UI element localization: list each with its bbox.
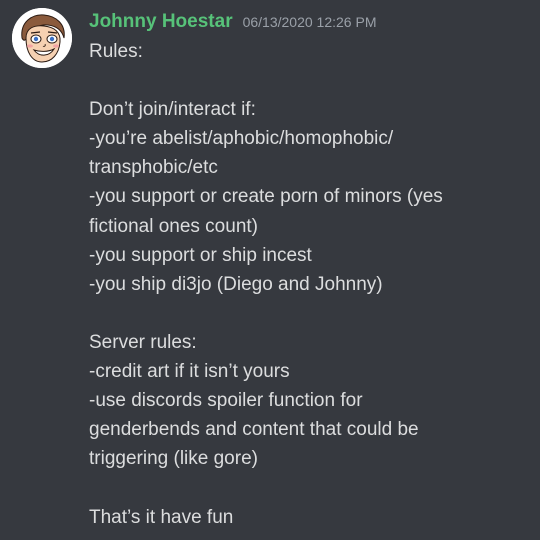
message-line bbox=[89, 473, 529, 502]
message-line: triggering (like gore) bbox=[89, 448, 258, 470]
message-line: -you’re abelist/aphobic/homophobic/ bbox=[89, 128, 394, 150]
avatar[interactable] bbox=[12, 8, 72, 68]
message-line: -you support or ship incest bbox=[89, 244, 312, 266]
message-line: -credit art if it isn’t yours bbox=[89, 361, 290, 383]
message-line: Server rules: bbox=[89, 331, 197, 353]
message-content: Rules: Don’t join/interact if: -you’re a… bbox=[89, 37, 529, 532]
message-header: Johnny Hoestar 06/13/2020 12:26 PM bbox=[89, 8, 376, 36]
username[interactable]: Johnny Hoestar bbox=[89, 8, 233, 36]
cartoon-face-icon bbox=[12, 8, 72, 68]
message-line bbox=[89, 299, 529, 328]
message-line: -use discords spoiler function for bbox=[89, 390, 363, 412]
message-line bbox=[89, 66, 529, 95]
timestamp: 06/13/2020 12:26 PM bbox=[242, 14, 377, 30]
message-line: -you support or create porn of minors (y… bbox=[89, 186, 443, 208]
message-line: That’s it have fun bbox=[89, 506, 234, 528]
message-line: genderbends and content that could be bbox=[89, 419, 419, 441]
message-line: -you ship di3jo (Diego and Johnny) bbox=[89, 273, 383, 295]
chat-message: Johnny Hoestar 06/13/2020 12:26 PM Rules… bbox=[0, 0, 540, 540]
message-line: Rules: bbox=[89, 41, 143, 62]
message-line: transphobic/etc bbox=[89, 157, 218, 179]
message-line: Don’t join/interact if: bbox=[89, 99, 256, 121]
message-line: fictional ones count) bbox=[89, 215, 258, 237]
